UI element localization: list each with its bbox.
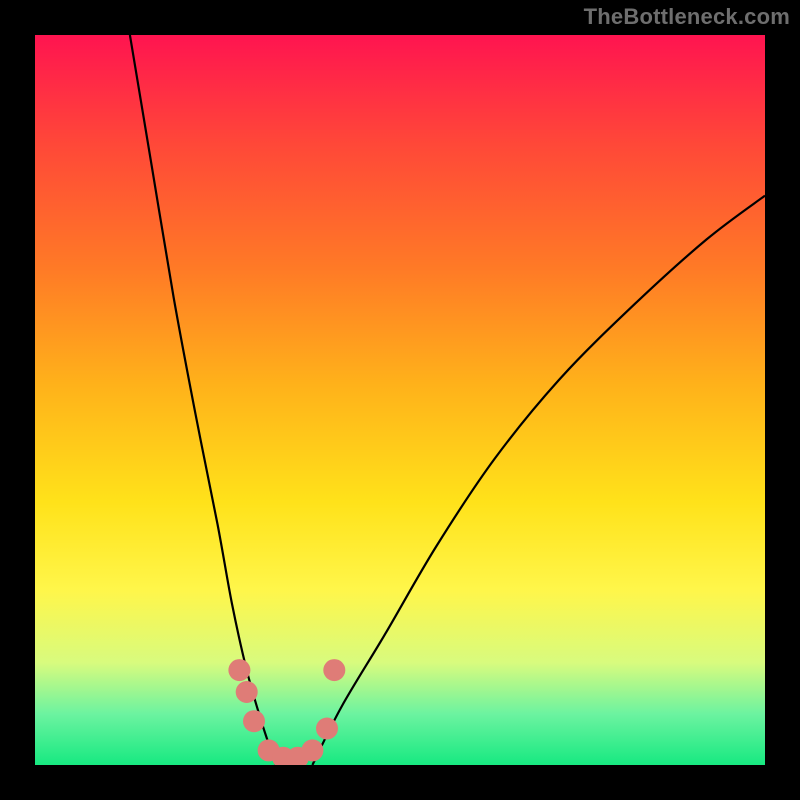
chart-frame: TheBottleneck.com: [0, 0, 800, 800]
watermark-text: TheBottleneck.com: [584, 4, 790, 30]
plot-area: [35, 35, 765, 765]
data-marker: [236, 681, 258, 703]
data-marker: [316, 718, 338, 740]
data-marker: [243, 710, 265, 732]
marker-group: [228, 659, 345, 765]
data-marker: [228, 659, 250, 681]
left-branch-curve: [130, 35, 276, 765]
data-marker: [301, 739, 323, 761]
curves-svg: [35, 35, 765, 765]
right-branch-curve: [312, 196, 765, 765]
data-marker: [323, 659, 345, 681]
